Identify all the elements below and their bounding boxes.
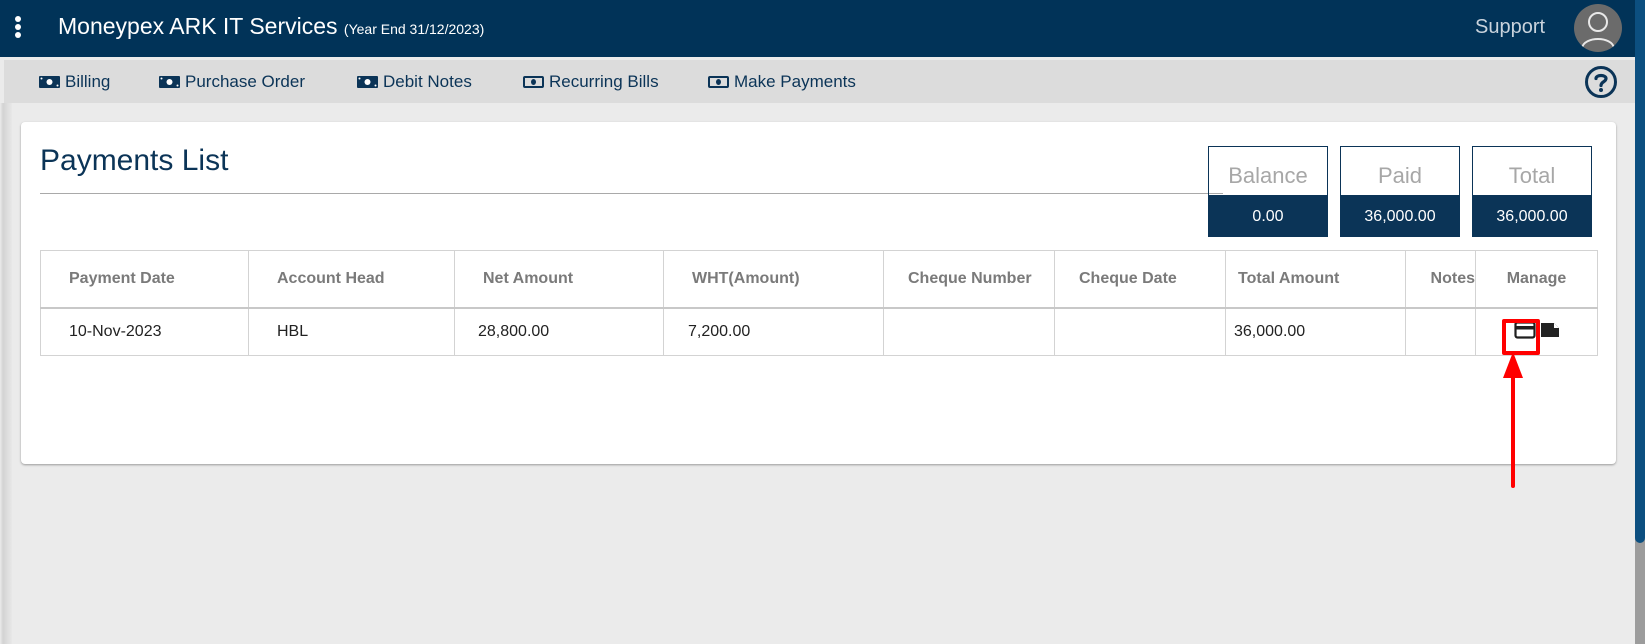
company-name: Moneypex ARK IT Services: [58, 13, 338, 39]
scrollbar-thumb[interactable]: [1635, 0, 1645, 543]
kebab-menu-icon[interactable]: [14, 16, 22, 38]
payments-card: Payments List Balance 0.00 Paid 36,000.0…: [21, 122, 1616, 464]
money-bill-icon: [357, 76, 378, 88]
balance-label: Balance: [1228, 163, 1308, 188]
total-summary: Total 36,000.00: [1472, 146, 1592, 237]
paid-label: Paid: [1377, 163, 1423, 188]
nav-recurring-bills-label: Recurring Bills: [549, 72, 659, 91]
total-label: Total: [1508, 163, 1556, 188]
user-avatar-icon[interactable]: [1574, 4, 1622, 52]
top-bar: Moneypex ARK IT Services (Year End 31/12…: [0, 0, 1635, 57]
col-notes[interactable]: Notes: [1405, 250, 1476, 309]
total-value: 36,000.00: [1473, 195, 1591, 236]
nav-make-payments-label: Make Payments: [734, 72, 856, 91]
sidebar-edge: [0, 103, 12, 644]
nav-debit-notes-label: Debit Notes: [383, 72, 472, 91]
nav-make-payments[interactable]: Make Payments: [708, 72, 856, 92]
col-cheque-number[interactable]: Cheque Number: [883, 250, 1055, 309]
col-account-head[interactable]: Account Head: [248, 250, 455, 309]
module-nav: Billing Purchase Order Debit Notes Recur…: [4, 60, 1635, 103]
nav-debit-notes[interactable]: Debit Notes: [357, 72, 472, 92]
cell-cheque-number: [883, 307, 1055, 356]
nav-billing-label: Billing: [65, 72, 111, 91]
balance-summary: Balance 0.00: [1208, 146, 1328, 237]
cell-payment-date: 10-Nov-2023: [40, 307, 249, 356]
file-icon[interactable]: [1540, 321, 1560, 339]
money-bill-outline-icon: [708, 76, 729, 88]
paid-summary: Paid 36,000.00: [1340, 146, 1460, 237]
balance-value: 0.00: [1209, 195, 1327, 236]
app-title: Moneypex ARK IT Services (Year End 31/12…: [58, 13, 484, 40]
cell-total-amount: 36,000.00: [1225, 307, 1406, 356]
paid-value: 36,000.00: [1341, 195, 1459, 236]
cell-account-head: HBL: [248, 307, 455, 356]
col-manage: Manage: [1475, 250, 1598, 309]
cell-cheque-date: [1054, 307, 1226, 356]
nav-purchase-order-label: Purchase Order: [185, 72, 305, 91]
cell-notes: [1405, 307, 1476, 356]
money-bill-outline-icon: [523, 76, 544, 88]
col-total-amount[interactable]: Total Amount: [1225, 250, 1406, 309]
year-end-label: (Year End 31/12/2023): [343, 21, 485, 37]
col-cheque-date[interactable]: Cheque Date: [1054, 250, 1226, 309]
cell-manage: [1475, 307, 1598, 356]
cell-net-amount: 28,800.00: [454, 307, 664, 356]
nav-recurring-bills[interactable]: Recurring Bills: [523, 72, 659, 92]
support-link[interactable]: Support: [1475, 16, 1545, 39]
title-divider: [40, 193, 1223, 194]
money-bill-icon: [39, 76, 60, 88]
col-payment-date[interactable]: Payment Date: [40, 250, 249, 309]
col-net-amount[interactable]: Net Amount: [454, 250, 664, 309]
col-wht-amount[interactable]: WHT(Amount): [663, 250, 884, 309]
payments-table: Payment Date Account Head Net Amount WHT…: [40, 250, 1598, 356]
page-title: Payments List: [40, 144, 229, 177]
cell-wht-amount: 7,200.00: [663, 307, 884, 356]
money-bill-icon: [159, 76, 180, 88]
table-row: 10-Nov-2023 HBL 28,800.00 7,200.00 36,00…: [40, 307, 1598, 356]
credit-card-icon[interactable]: [1513, 321, 1536, 339]
table-header-row: Payment Date Account Head Net Amount WHT…: [40, 250, 1598, 309]
nav-purchase-order[interactable]: Purchase Order: [159, 72, 305, 92]
nav-billing[interactable]: Billing: [39, 72, 110, 92]
question-circle-icon[interactable]: [1584, 65, 1618, 99]
